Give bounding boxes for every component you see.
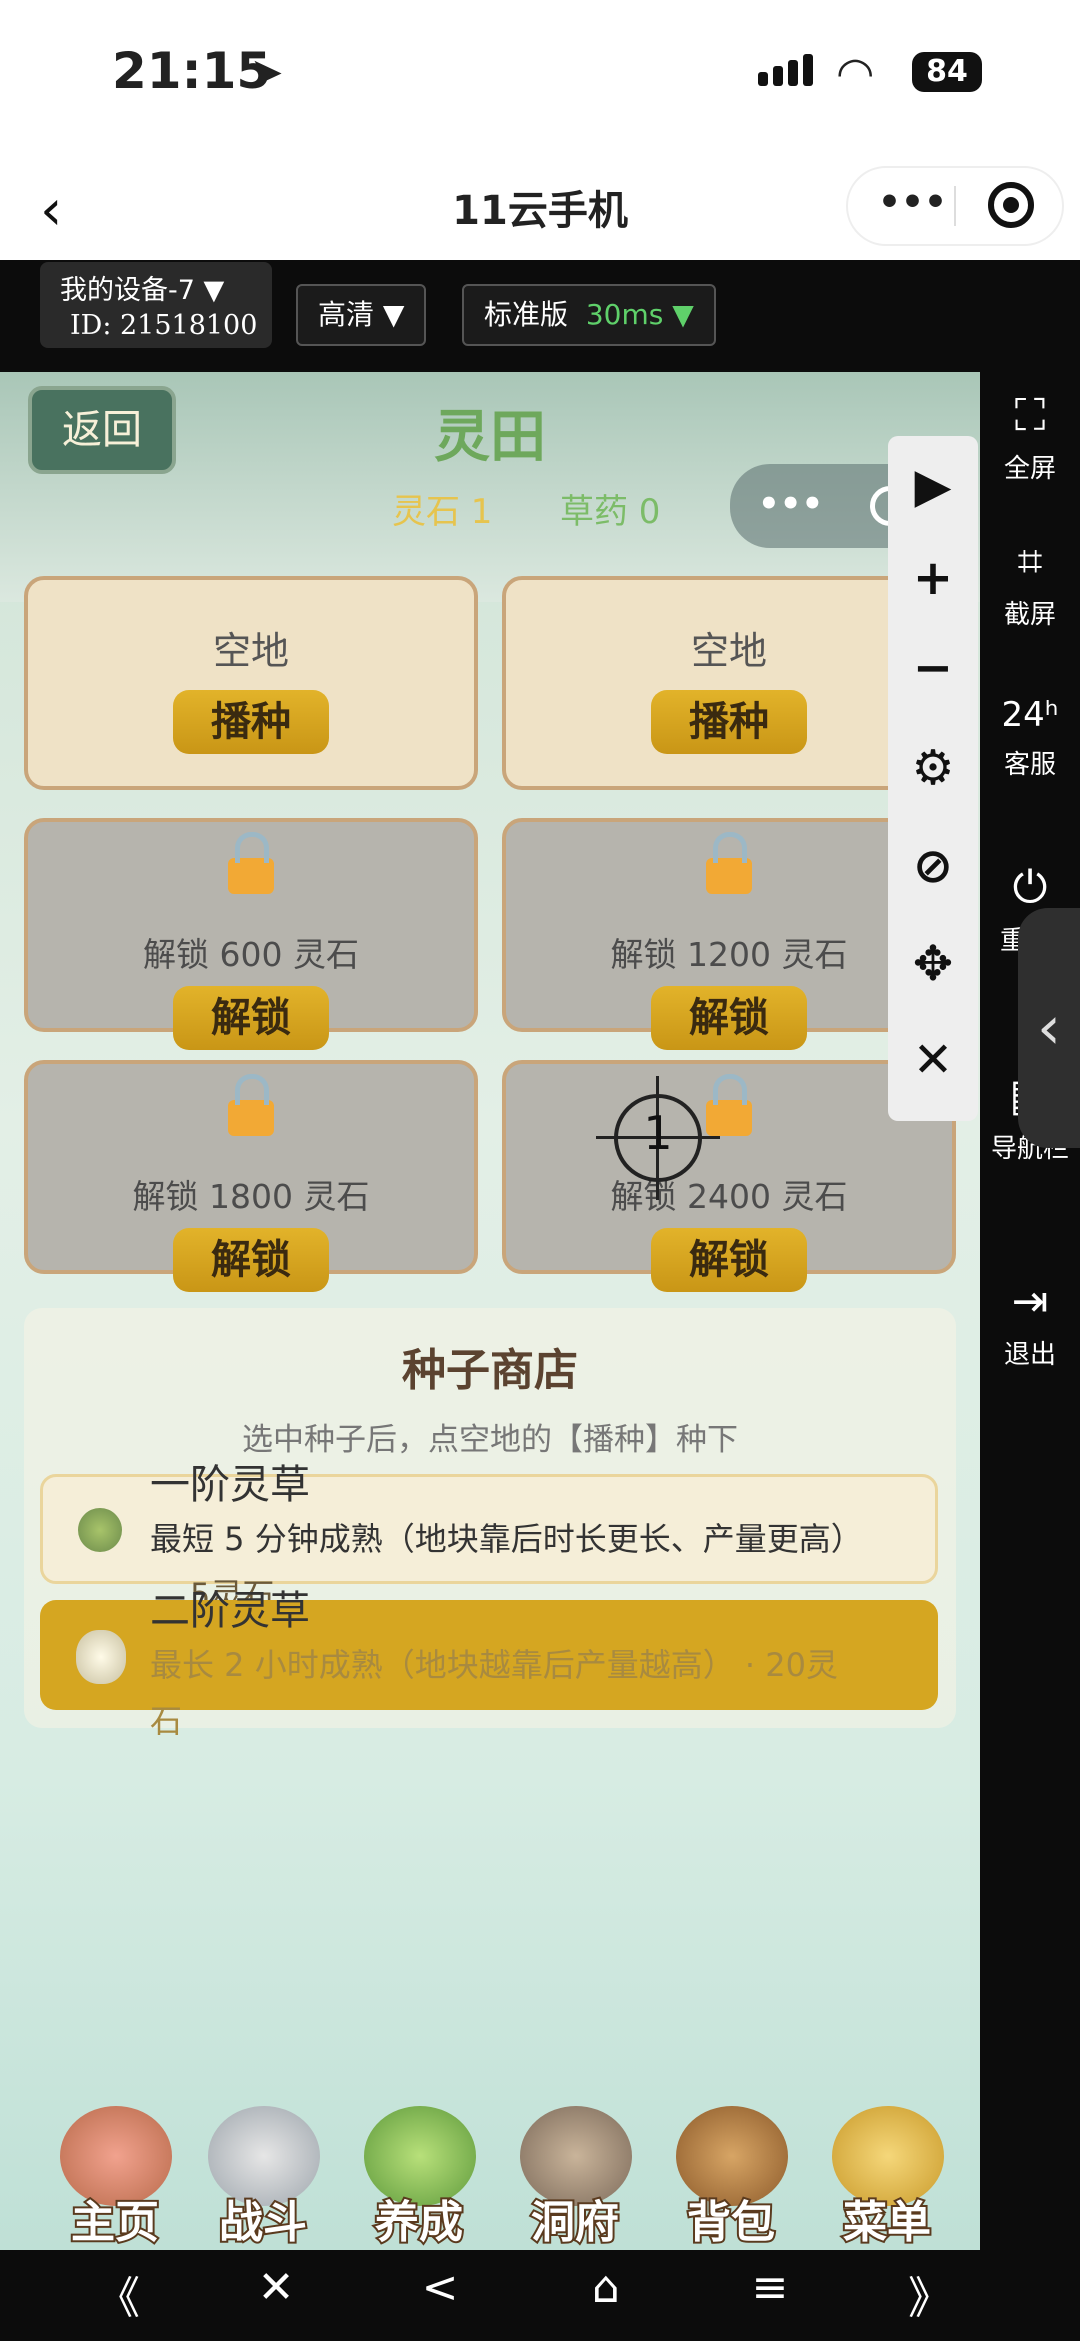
crop-icon: ⌗	[1017, 536, 1043, 587]
last-page-icon[interactable]: 》	[890, 2262, 970, 2326]
version-label: 标准版	[484, 298, 569, 331]
game-bottom-nav: 主页 战斗 养成 洞府 背包 菜单	[40, 2100, 970, 2250]
field-plot-1[interactable]	[24, 576, 478, 790]
crosshair-marker: 1	[596, 1076, 720, 1200]
unlock-button[interactable]: 解锁	[173, 986, 329, 1050]
sidebar-collapse-handle[interactable]: ‹	[1018, 908, 1080, 1148]
herb-counter: 草药 0	[560, 492, 661, 532]
unlock-cost: 解锁 1800 灵石	[132, 1177, 370, 1216]
quality-dropdown[interactable]: 高清 ▼	[296, 284, 427, 346]
nav-cultivate[interactable]: 养成	[344, 2100, 494, 2250]
seed-desc: 最长 2 小时成熟（地块越靠后产量越高） · 20灵	[150, 1646, 838, 1684]
play-icon[interactable]: ▶	[888, 458, 978, 514]
plot-status: 空地	[212, 629, 289, 673]
back-icon[interactable]: <	[400, 2262, 480, 2313]
lock-icon	[706, 1074, 752, 1136]
gear-icon[interactable]: ⚙	[888, 740, 978, 796]
unlock-cost: 解锁 2400 灵石	[610, 1177, 848, 1216]
nav-label: 战斗	[217, 2195, 309, 2250]
version-dropdown[interactable]: 标准版 30ms ▼	[462, 284, 716, 346]
move-icon[interactable]: ✥	[888, 936, 978, 992]
seed-desc: 最短 5 分钟成熟（地块靠后时长更长、产量更高）	[150, 1520, 863, 1558]
home-icon[interactable]: ⌂	[566, 2262, 646, 2313]
seed-name: 二阶灵草	[150, 1588, 310, 1634]
close-icon[interactable]: ✕	[236, 2262, 316, 2313]
latency-value: 30ms ▼	[585, 298, 694, 331]
status-time: 21:15	[112, 42, 272, 100]
close-icon[interactable]: ✕	[888, 1032, 978, 1088]
eye-off-icon[interactable]: ⊘	[888, 838, 978, 894]
nav-battle[interactable]: 战斗	[188, 2100, 338, 2250]
plus-icon[interactable]: +	[888, 550, 978, 606]
herb-seed-icon	[78, 1508, 122, 1552]
nav-label: 主页	[69, 2195, 161, 2250]
support-24h-icon: 24ʰ	[1001, 695, 1059, 735]
sidebar-label: 全屏	[1003, 454, 1056, 484]
nav-home[interactable]: 主页	[40, 2100, 190, 2250]
herb-seed-icon	[76, 1630, 126, 1684]
seed-shop-title: 种子商店	[402, 1345, 578, 1396]
unlock-button[interactable]: 解锁	[173, 1228, 329, 1292]
page-title: 11云手机	[452, 188, 628, 234]
sidebar-label: 退出	[1003, 1340, 1056, 1370]
nav-cave[interactable]: 洞府	[500, 2100, 650, 2250]
sidebar-item-exit[interactable]: ⇥ 退出	[980, 1276, 1080, 1371]
unlock-button[interactable]: 解锁	[651, 1228, 807, 1292]
wifi-icon: ◠	[836, 48, 875, 99]
nav-menu[interactable]: 菜单	[812, 2100, 962, 2250]
fullscreen-icon: ⛶	[1014, 390, 1046, 441]
seed-name: 一阶灵草	[150, 1462, 310, 1508]
unlock-button[interactable]: 解锁	[651, 986, 807, 1050]
lock-icon	[706, 832, 752, 894]
nav-label: 养成	[373, 2195, 465, 2250]
spirit-stone-counter: 灵石 1	[392, 492, 493, 532]
battery-indicator: 84	[912, 52, 982, 92]
seed-price: 石	[150, 1702, 183, 1740]
back-chevron-icon[interactable]: ‹	[40, 178, 62, 243]
close-target-icon[interactable]	[988, 182, 1034, 228]
lock-icon	[228, 832, 274, 894]
nav-bag[interactable]: 背包	[656, 2100, 806, 2250]
first-page-icon[interactable]: 《	[78, 2262, 158, 2326]
sidebar-item-fullscreen[interactable]: ⛶ 全屏	[980, 390, 1080, 485]
game-title: 灵田	[434, 405, 546, 470]
location-arrow-icon: ➤	[250, 50, 284, 96]
exit-icon: ⇥	[1011, 1276, 1049, 1327]
more-dots-icon[interactable]: •••	[758, 484, 823, 524]
nav-label: 背包	[685, 2195, 777, 2250]
sow-button[interactable]: 播种	[651, 690, 807, 754]
sidebar-item-screenshot[interactable]: ⌗ 截屏	[980, 536, 1080, 631]
nav-label: 菜单	[841, 2195, 933, 2250]
device-name: 我的设备-7 ▼	[60, 275, 225, 306]
sidebar-item-support[interactable]: 24ʰ 客服	[980, 686, 1080, 781]
sow-button[interactable]: 播种	[173, 690, 329, 754]
capsule-menu[interactable]: •••	[846, 166, 1064, 246]
nav-label: 洞府	[529, 2195, 621, 2250]
recents-icon[interactable]: ≡	[730, 2262, 810, 2313]
lock-icon	[228, 1074, 274, 1136]
device-id: ID: 21518100	[70, 310, 258, 341]
minus-icon[interactable]: −	[888, 640, 978, 696]
capsule-divider	[954, 186, 956, 226]
floating-tool-panel: ▶ + − ⚙ ⊘ ✥ ✕	[888, 436, 978, 1121]
crosshair-number: 1	[643, 1106, 673, 1160]
more-dots-icon[interactable]: •••	[878, 182, 947, 223]
unlock-cost: 解锁 600 灵石	[143, 935, 359, 974]
cellular-signal-icon	[758, 54, 818, 86]
sidebar-label: 客服	[1003, 750, 1056, 780]
sidebar-label: 截屏	[1003, 600, 1056, 630]
game-back-button[interactable]: 返回	[28, 386, 176, 474]
